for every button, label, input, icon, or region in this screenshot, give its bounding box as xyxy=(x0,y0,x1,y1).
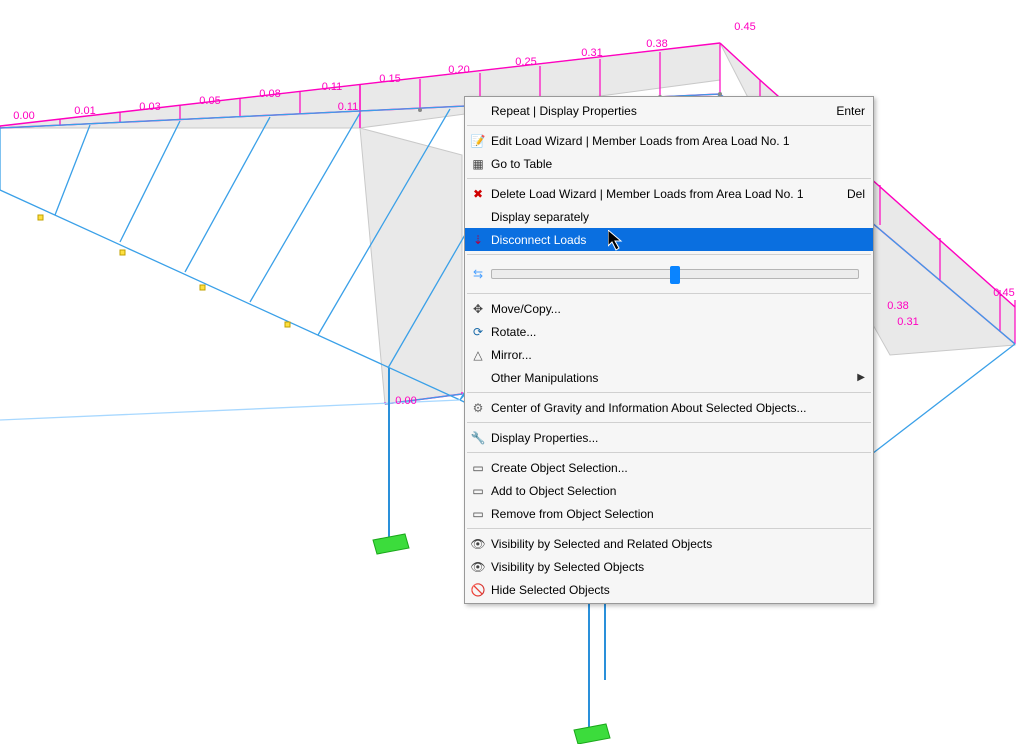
load-value-label: 0.38 xyxy=(646,38,667,50)
menu-item-label: Display Properties... xyxy=(491,431,865,445)
menu-item-label: Repeat | Display Properties xyxy=(491,104,824,118)
select-remove-icon: ▭ xyxy=(465,506,491,522)
model-viewport[interactable]: 0.00 0.01 0.03 0.05 0.08 0.11 0.15 0.11 0.20 0.25… xyxy=(0,0,1020,744)
menu-separator xyxy=(467,254,871,255)
menu-item-label: Mirror... xyxy=(491,348,865,362)
menu-item-visibility-by-selected-objects[interactable]: 👁Visibility by Selected Objects xyxy=(465,555,873,578)
menu-item-shortcut: Del xyxy=(835,187,865,201)
menu-item-go-to-table[interactable]: ▦Go to Table xyxy=(465,152,873,175)
submenu-arrow-icon: ▶ xyxy=(857,372,865,383)
menu-item-rotate[interactable]: ⟳Rotate... xyxy=(465,320,873,343)
edit-wizard-icon: 📝 xyxy=(465,133,491,149)
load-value-label: 0.45 xyxy=(734,21,755,33)
slider-track[interactable] xyxy=(491,269,859,279)
menu-item-create-object-selection[interactable]: ▭Create Object Selection... xyxy=(465,456,873,479)
table-icon: ▦ xyxy=(465,156,491,172)
load-value-label: 0.25 xyxy=(515,56,536,68)
menu-item-label: Display separately xyxy=(491,210,865,224)
menu-separator xyxy=(467,528,871,529)
load-value-label: 0.01 xyxy=(74,105,95,117)
rotate-icon: ⟳ xyxy=(465,324,491,340)
menu-item-display-properties[interactable]: 🔧Display Properties... xyxy=(465,426,873,449)
visibility-related-icon: 👁 xyxy=(465,536,491,552)
menu-separator xyxy=(467,392,871,393)
load-value-label: 0.20 xyxy=(448,64,469,76)
delete-icon: ✖ xyxy=(465,186,491,202)
menu-item-label: Other Manipulations xyxy=(491,371,857,385)
cog-icon: ⚙ xyxy=(465,400,491,416)
load-value-label: 0.11 xyxy=(322,81,343,93)
menu-item-add-to-object-selection[interactable]: ▭Add to Object Selection xyxy=(465,479,873,502)
menu-item-label: Add to Object Selection xyxy=(491,484,865,498)
menu-item-label: Go to Table xyxy=(491,157,865,171)
context-menu[interactable]: Repeat | Display PropertiesEnter 📝Edit Lo… xyxy=(464,96,874,604)
select-create-icon: ▭ xyxy=(465,460,491,476)
menu-item-label: Disconnect Loads xyxy=(491,233,865,247)
menu-item-label: Visibility by Selected Objects xyxy=(491,560,865,574)
load-value-label: 0.08 xyxy=(259,88,280,100)
load-value-label: 0.00 xyxy=(13,110,34,122)
menu-separator xyxy=(467,178,871,179)
menu-item-label: Create Object Selection... xyxy=(491,461,865,475)
load-value-label: 0.05 xyxy=(199,95,220,107)
menu-separator xyxy=(467,125,871,126)
menu-item-label: Delete Load Wizard | Member Loads from A… xyxy=(491,187,835,201)
menu-item-display-separately[interactable]: Display separately xyxy=(465,205,873,228)
load-value-label: 0.03 xyxy=(139,101,160,113)
select-add-icon: ▭ xyxy=(465,483,491,499)
load-scale-slider[interactable]: ⇆ xyxy=(465,258,873,290)
slider-thumb[interactable] xyxy=(670,266,680,284)
menu-separator xyxy=(467,452,871,453)
move-icon: ✥ xyxy=(465,301,491,317)
menu-item-repeat-display-properties[interactable]: Repeat | Display PropertiesEnter xyxy=(465,99,873,122)
load-value-label: 0.31 xyxy=(897,316,918,328)
properties-icon: 🔧 xyxy=(465,430,491,446)
menu-item-label: Edit Load Wizard | Member Loads from Are… xyxy=(491,134,865,148)
load-value-label: 0.00 xyxy=(395,395,416,407)
menu-item-delete-load-wizard-member-loads-from-are[interactable]: ✖Delete Load Wizard | Member Loads from … xyxy=(465,182,873,205)
menu-item-shortcut: Enter xyxy=(824,104,865,118)
hide-icon: 🚫 xyxy=(465,582,491,598)
mirror-icon: △ xyxy=(465,347,491,363)
menu-item-remove-from-object-selection[interactable]: ▭Remove from Object Selection xyxy=(465,502,873,525)
menu-item-center-of-gravity-and-information-about-[interactable]: ⚙Center of Gravity and Information About… xyxy=(465,396,873,419)
load-value-label: 0.11 xyxy=(338,101,359,113)
menu-separator xyxy=(467,293,871,294)
menu-item-mirror[interactable]: △Mirror... xyxy=(465,343,873,366)
slider-icon: ⇆ xyxy=(465,266,491,282)
menu-item-move-copy[interactable]: ✥Move/Copy... xyxy=(465,297,873,320)
load-value-label: 0.15 xyxy=(379,73,400,85)
menu-item-hide-selected-objects[interactable]: 🚫Hide Selected Objects xyxy=(465,578,873,601)
menu-separator xyxy=(467,422,871,423)
menu-item-label: Move/Copy... xyxy=(491,302,865,316)
load-value-label: 0.45 xyxy=(993,287,1014,299)
menu-item-visibility-by-selected-and-related-objec[interactable]: 👁Visibility by Selected and Related Obje… xyxy=(465,532,873,555)
menu-item-label: Center of Gravity and Information About … xyxy=(491,401,865,415)
visibility-selected-icon: 👁 xyxy=(465,559,491,575)
menu-item-disconnect-loads[interactable]: ⇣Disconnect Loads xyxy=(465,228,873,251)
load-value-label: 0.31 xyxy=(581,47,602,59)
menu-item-label: Hide Selected Objects xyxy=(491,583,865,597)
disconnect-icon: ⇣ xyxy=(465,232,491,248)
menu-item-label: Rotate... xyxy=(491,325,865,339)
menu-item-label: Visibility by Selected and Related Objec… xyxy=(491,537,865,551)
menu-item-other-manipulations[interactable]: Other Manipulations▶ xyxy=(465,366,873,389)
menu-item-label: Remove from Object Selection xyxy=(491,507,865,521)
menu-item-edit-load-wizard-member-loads-from-area-[interactable]: 📝Edit Load Wizard | Member Loads from Ar… xyxy=(465,129,873,152)
load-value-label: 0.38 xyxy=(887,300,908,312)
